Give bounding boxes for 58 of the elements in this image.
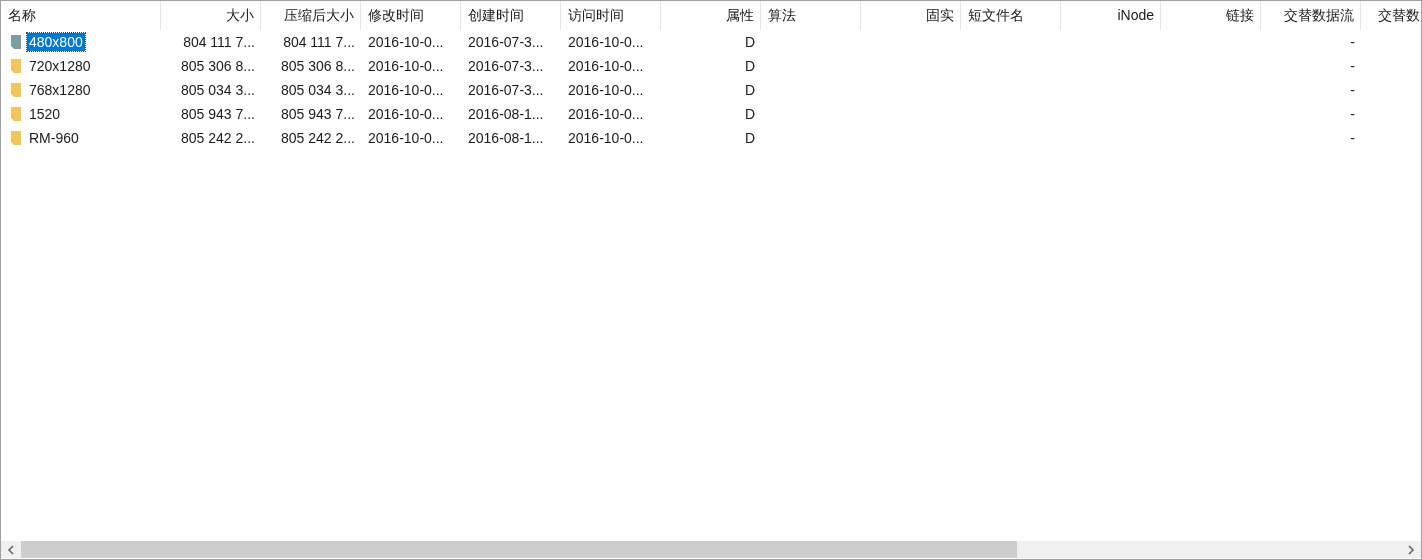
table-cell: 2016-10-0... — [368, 34, 444, 50]
table-cell: D — [744, 130, 755, 146]
table-cell: 2016-10-0... — [568, 58, 644, 74]
table-cell: 804 111 7... — [283, 34, 355, 50]
table-cell: 804 111 7... — [183, 34, 255, 50]
file-name[interactable]: 1520 — [27, 105, 63, 123]
table-cell: - — [1350, 130, 1355, 146]
table-cell: 2016-07-3... — [468, 58, 544, 74]
column-header[interactable]: 短文件名 — [968, 7, 1024, 23]
table-cell: 2016-10-0... — [368, 82, 444, 98]
table-cell: 805 034 3... — [281, 82, 355, 98]
table-cell: 2016-10-0... — [568, 130, 644, 146]
table-cell: 2016-10-0... — [368, 130, 444, 146]
table-cell: 2016-10-0... — [568, 82, 644, 98]
table-cell: 2016-10-0... — [568, 34, 644, 50]
table-cell: - — [1350, 58, 1355, 74]
file-name[interactable]: 720x1280 — [27, 57, 93, 75]
table-cell: 805 306 8... — [181, 58, 255, 74]
table-cell: 2016-10-0... — [568, 106, 644, 122]
column-header[interactable]: 访问时间 — [568, 7, 624, 23]
column-header[interactable]: 交替数据流 — [1284, 7, 1354, 23]
column-header[interactable]: iNode — [1117, 7, 1154, 23]
column-header[interactable]: 大小 — [226, 7, 254, 23]
table-cell: 2016-08-1... — [468, 106, 544, 122]
column-header[interactable]: 属性 — [726, 7, 754, 23]
file-name[interactable]: 768x1280 — [27, 81, 93, 99]
table-cell: D — [744, 82, 755, 98]
scroll-left-icon[interactable] — [7, 544, 15, 555]
column-header[interactable]: 链接 — [1226, 7, 1254, 23]
column-header[interactable]: 修改时间 — [368, 7, 424, 23]
table-cell: - — [1350, 34, 1355, 50]
horizontal-scrollbar[interactable] — [1, 541, 1421, 558]
table-cell: 2016-07-3... — [468, 34, 544, 50]
table-cell: - — [1350, 82, 1355, 98]
table-cell: D — [744, 58, 755, 74]
table-cell: D — [744, 106, 755, 122]
table-cell: D — [744, 34, 755, 50]
column-header[interactable]: 固实 — [926, 7, 954, 23]
table-cell: 2016-07-3... — [468, 82, 544, 98]
scroll-right-icon[interactable] — [1407, 544, 1415, 555]
table-cell: 805 034 3... — [181, 82, 255, 98]
table-cell: 805 306 8... — [281, 58, 355, 74]
table-cell: 2016-08-1... — [468, 130, 544, 146]
table-cell: 2016-10-0... — [368, 58, 444, 74]
scrollbar-thumb[interactable] — [21, 541, 1017, 558]
column-header[interactable]: 算法 — [768, 7, 796, 23]
table-cell: 805 943 7... — [281, 106, 355, 122]
column-header[interactable]: 名称 — [8, 7, 36, 23]
file-name[interactable]: RM-960 — [27, 129, 81, 147]
column-header[interactable]: 压缩后大小 — [284, 7, 354, 23]
column-header[interactable]: 交替数 — [1378, 7, 1420, 23]
table-cell: 805 242 2... — [181, 130, 255, 146]
table-cell: - — [1350, 106, 1355, 122]
table-cell: 2016-10-0... — [368, 106, 444, 122]
table-cell: 805 242 2... — [281, 130, 355, 146]
file-name[interactable]: 480x800 — [27, 33, 85, 51]
column-header[interactable]: 创建时间 — [468, 7, 524, 23]
table-cell: 805 943 7... — [181, 106, 255, 122]
